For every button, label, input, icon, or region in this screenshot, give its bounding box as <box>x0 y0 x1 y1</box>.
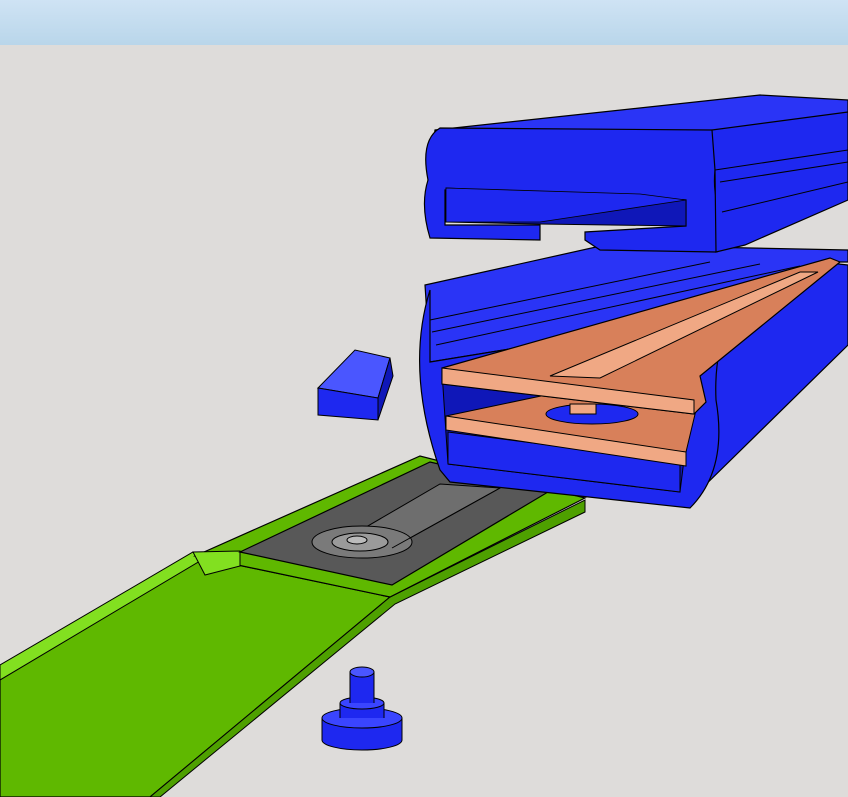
3d-viewport[interactable] <box>0 0 848 797</box>
blue-top-cap[interactable] <box>423 94 848 253</box>
blue-end-block[interactable] <box>316 349 394 421</box>
blue-thumb-screw[interactable] <box>321 666 403 751</box>
plate-hole <box>346 535 368 545</box>
model-scene[interactable] <box>0 0 848 797</box>
